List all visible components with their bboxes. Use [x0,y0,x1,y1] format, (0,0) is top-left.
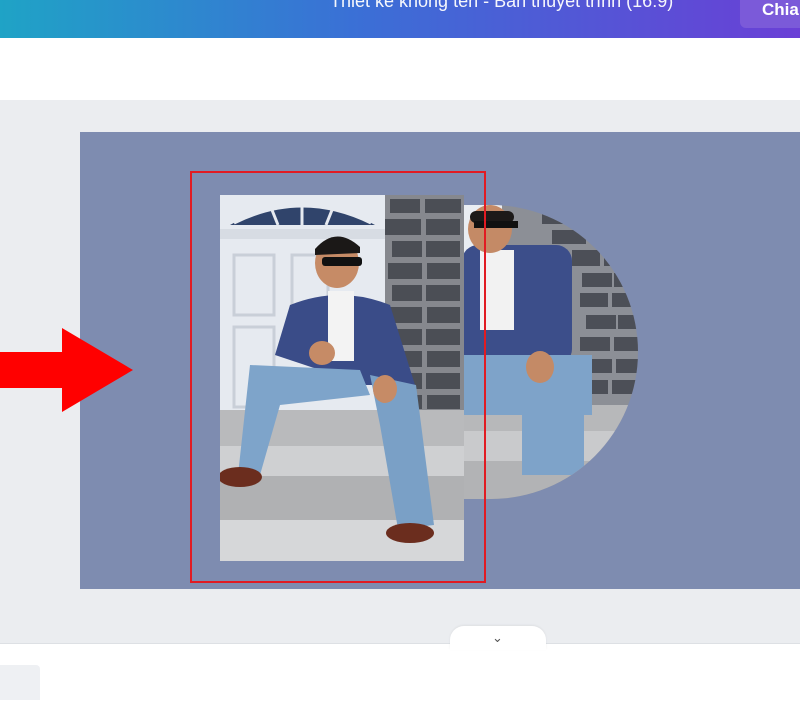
editor-toolbar [0,38,800,101]
chevron-down-icon: ⌄ [492,630,503,645]
page-thumbnail[interactable] [0,665,40,700]
selection-highlight-box [190,171,486,583]
share-button[interactable]: Chia [740,0,800,28]
collapse-notes-button[interactable]: ⌄ [450,626,546,650]
bottom-bar [0,643,800,701]
document-title[interactable]: Thiết kế không tên - Bản thuyết trình (1… [330,0,673,12]
top-bar: Thiết kế không tên - Bản thuyết trình (1… [0,0,800,38]
arrow-right-icon [0,328,133,412]
